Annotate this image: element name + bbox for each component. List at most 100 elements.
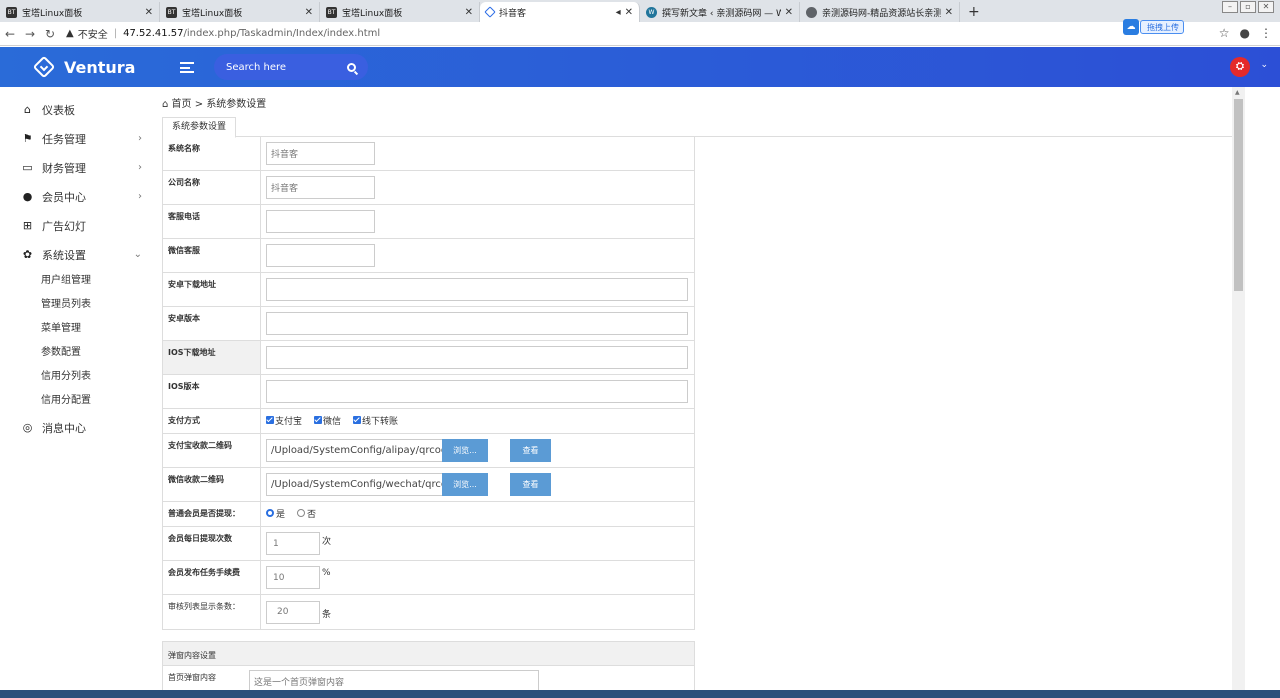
- search-input[interactable]: Search here: [214, 54, 368, 80]
- view-button[interactable]: 查看: [510, 473, 551, 496]
- sidebar-subitem[interactable]: 菜单管理: [0, 317, 160, 341]
- field-label: 系统名称: [163, 137, 261, 170]
- drag-upload-button[interactable]: ☁ 拖拽上传: [1123, 19, 1184, 35]
- close-icon[interactable]: ✕: [785, 7, 793, 18]
- ventura-icon: [484, 6, 496, 18]
- scrollbar[interactable]: ▲: [1232, 87, 1245, 698]
- flag-icon: ⚑: [22, 132, 33, 145]
- sidebar-item-ads[interactable]: ⊞ 广告幻灯: [0, 211, 160, 240]
- radio-icon: [297, 509, 306, 517]
- option-label: 否: [307, 509, 317, 520]
- hamburger-icon[interactable]: [180, 61, 194, 73]
- browser-tab-active[interactable]: 抖音客 ◂ ✕: [480, 2, 640, 22]
- browser-tab[interactable]: BT 宝塔Linux面板 ✕: [0, 2, 160, 22]
- scrollbar-thumb[interactable]: [1234, 99, 1243, 291]
- sidebar-item-finance[interactable]: ▭ 财务管理 ›: [0, 153, 160, 182]
- ios-url-input[interactable]: [266, 346, 688, 369]
- sidebar-item-label: 任务管理: [42, 132, 86, 146]
- restore-icon[interactable]: ▫: [1240, 1, 1256, 13]
- browser-tab-bar: BT 宝塔Linux面板 ✕ BT 宝塔Linux面板 ✕ BT 宝塔Linux面板 ✕ 抖…: [0, 0, 1280, 22]
- close-window-icon[interactable]: ✕: [1258, 1, 1274, 13]
- browser-tab[interactable]: BT 宝塔Linux面板 ✕: [160, 2, 320, 22]
- close-icon[interactable]: ✕: [465, 7, 473, 18]
- form-row: 微信收款二维码 /Upload/SystemConfig/wechat/qrco…: [163, 468, 694, 502]
- form-row: 公司名称 抖音客: [163, 171, 694, 205]
- close-icon[interactable]: ✕: [305, 7, 313, 18]
- system-name-input[interactable]: 抖音客: [266, 142, 375, 165]
- task-fee-input[interactable]: 10: [266, 566, 320, 589]
- reload-icon[interactable]: ↻: [40, 27, 60, 41]
- chevron-down-icon: ⌄: [133, 249, 142, 260]
- sidebar-item-settings[interactable]: ✿ 系统设置 ⌄: [0, 240, 160, 269]
- browse-button[interactable]: 浏览...: [442, 473, 488, 496]
- company-name-input[interactable]: 抖音客: [266, 176, 375, 199]
- form-row: 普通会员是否提现： 是 否: [163, 502, 694, 527]
- alipay-qr-file-input[interactable]: /Upload/SystemConfig/alipay/qrcode_: [266, 439, 443, 462]
- star-icon[interactable]: ☆: [1219, 26, 1230, 40]
- avatar[interactable]: ⛭: [1230, 57, 1250, 77]
- forward-icon[interactable]: →: [20, 27, 40, 41]
- back-icon[interactable]: ←: [0, 27, 20, 41]
- home-popup-input[interactable]: 这是一个首页弹窗内容: [249, 670, 539, 692]
- scroll-up-icon[interactable]: ▲: [1235, 89, 1240, 96]
- form-row: 支付方式 支付宝 微信 线下转账: [163, 409, 694, 434]
- close-icon[interactable]: ✕: [625, 7, 633, 18]
- daily-withdraw-input[interactable]: 1: [266, 532, 320, 555]
- radio-selected-icon: [266, 509, 274, 517]
- os-taskbar: [0, 690, 1280, 698]
- service-phone-input[interactable]: [266, 210, 375, 233]
- android-url-input[interactable]: [266, 278, 688, 301]
- search-icon[interactable]: [347, 62, 356, 72]
- sidebar-subitem[interactable]: 管理员列表: [0, 293, 160, 317]
- brand-logo[interactable]: Ventura: [0, 55, 160, 79]
- field-label: 审核列表显示条数：: [163, 595, 261, 629]
- ios-version-input[interactable]: [266, 380, 688, 403]
- sidebar-subitem[interactable]: 参数配置: [0, 341, 160, 365]
- sidebar-item-dashboard[interactable]: ⌂ 仪表板: [0, 95, 160, 124]
- android-version-input[interactable]: [266, 312, 688, 335]
- sidebar-item-messages[interactable]: ◎ 消息中心: [0, 413, 160, 442]
- account-icon[interactable]: ●: [1240, 26, 1250, 40]
- alipay-checkbox[interactable]: 支付宝: [266, 414, 302, 427]
- form-row: 支付宝收款二维码 /Upload/SystemConfig/alipay/qrc…: [163, 434, 694, 468]
- form-row: 审核列表显示条数： 20 条: [163, 595, 694, 629]
- new-tab-button[interactable]: +: [960, 2, 988, 22]
- url-field[interactable]: ▲ 不安全 | 47.52.41.57 /index.php/Taskadmin…: [66, 26, 380, 41]
- form-row: IOS下载地址: [163, 341, 694, 375]
- field-label: 支付宝收款二维码: [163, 434, 261, 467]
- tab-system-params[interactable]: 系统参数设置: [162, 117, 236, 138]
- minimize-icon[interactable]: –: [1222, 1, 1238, 13]
- close-icon[interactable]: ✕: [945, 7, 953, 18]
- close-icon[interactable]: ✕: [145, 7, 153, 18]
- browse-button[interactable]: 浏览...: [442, 439, 488, 462]
- chevron-right-icon: ›: [138, 133, 142, 144]
- sidebar-item-members[interactable]: ● 会员中心 ›: [0, 182, 160, 211]
- browser-tab[interactable]: 亲测源码网-精品资源站长亲测 ✕: [800, 2, 960, 22]
- sidebar-subitem[interactable]: 信用分配置: [0, 389, 160, 413]
- chevron-down-icon[interactable]: ⌄: [1260, 60, 1268, 70]
- withdraw-yes-radio[interactable]: 是: [266, 507, 285, 520]
- breadcrumb-home[interactable]: 首页: [172, 99, 192, 110]
- wechat-service-input[interactable]: [266, 244, 375, 267]
- offline-transfer-checkbox[interactable]: 线下转账: [353, 414, 398, 427]
- withdraw-no-radio[interactable]: 否: [297, 507, 316, 520]
- browser-tab[interactable]: BT 宝塔Linux面板 ✕: [320, 2, 480, 22]
- sidebar-subitem[interactable]: 用户组管理: [0, 269, 160, 293]
- grid-icon: ⊞: [22, 219, 33, 232]
- review-count-input[interactable]: 20: [266, 600, 320, 624]
- form-row: 安卓版本: [163, 307, 694, 341]
- view-button[interactable]: 查看: [510, 439, 551, 462]
- menu-icon[interactable]: ⋮: [1260, 26, 1272, 40]
- home-icon: ⌂: [24, 103, 31, 116]
- sidebar-item-tasks[interactable]: ⚑ 任务管理 ›: [0, 124, 160, 153]
- sidebar-subitem[interactable]: 信用分列表: [0, 365, 160, 389]
- bt-icon: BT: [166, 6, 177, 18]
- speaker-icon[interactable]: ◂: [616, 7, 621, 18]
- field-label: IOS版本: [163, 375, 261, 408]
- field-label: IOS下载地址: [163, 341, 261, 374]
- wechat-checkbox[interactable]: 微信: [314, 414, 341, 427]
- browser-tab[interactable]: W 撰写新文章 ‹ 亲测源码网 — Wo ✕: [640, 2, 800, 22]
- wechat-qr-file-input[interactable]: /Upload/SystemConfig/wechat/qrcod: [266, 473, 443, 496]
- search-placeholder: Search here: [226, 61, 287, 73]
- wordpress-icon: W: [646, 6, 657, 18]
